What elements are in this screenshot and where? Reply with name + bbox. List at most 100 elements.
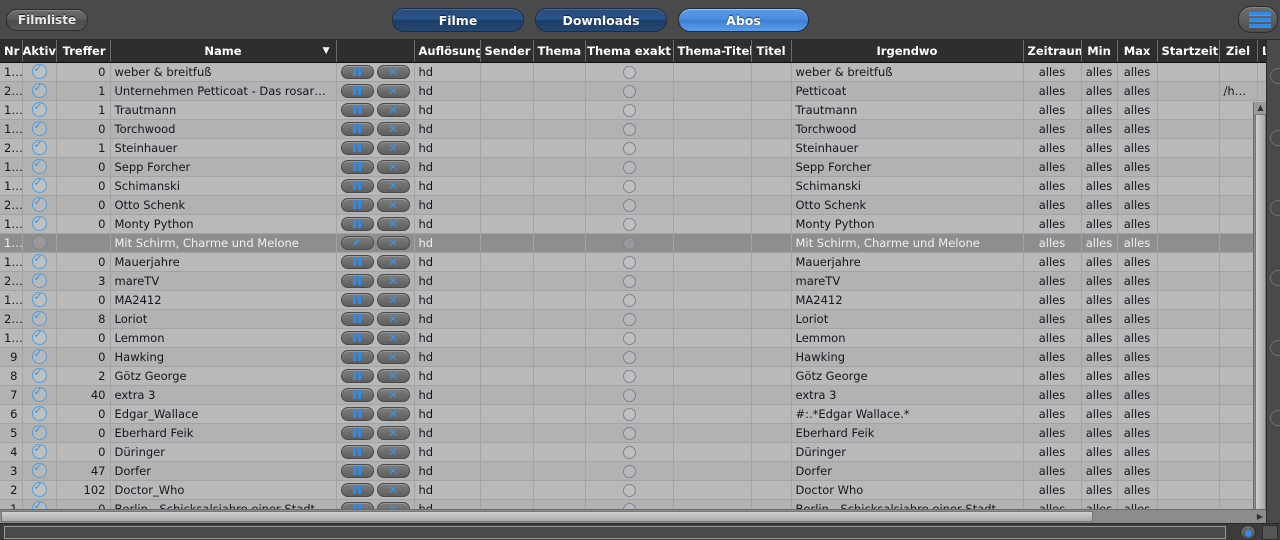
delete-button[interactable]: ✕ — [376, 406, 410, 421]
delete-button[interactable]: ✕ — [376, 178, 410, 193]
cell-aktiv[interactable] — [22, 138, 57, 158]
table-row[interactable]: 233mareTV✕hdmareTVallesallesalles28.11.2… — [0, 271, 1280, 291]
pause-button[interactable] — [340, 349, 374, 364]
checkbox-checked-icon[interactable] — [31, 119, 47, 136]
checkbox-checked-icon[interactable] — [31, 366, 47, 383]
checkbox-unchecked-icon[interactable] — [622, 483, 636, 497]
table-row[interactable]: 26 1Unternehmen Petticoat - Das rosar… ✕ hd… — [0, 81, 1280, 101]
cell-aktiv[interactable] — [22, 423, 57, 443]
cell-aktiv[interactable] — [22, 385, 57, 405]
checkbox-checked-icon[interactable] — [31, 461, 47, 478]
table-row[interactable]: 110MA2412✕hdMA2412allesallesalles — [0, 290, 1280, 310]
checkbox-checked-icon[interactable] — [31, 138, 47, 155]
activate-check-button[interactable]: ✔ — [340, 235, 374, 250]
column-header-thema[interactable]: Thema — [533, 40, 586, 63]
column-header-min[interactable]: Min — [1081, 40, 1118, 63]
vertical-scrollbar-thumb[interactable] — [1255, 114, 1266, 522]
pause-button[interactable] — [340, 197, 374, 212]
pause-button[interactable] — [340, 463, 374, 478]
delete-button[interactable]: ✕ — [376, 64, 410, 79]
checkbox-unchecked-icon[interactable] — [622, 293, 636, 307]
delete-button[interactable]: ✕ — [376, 197, 410, 212]
column-header-sender[interactable]: Sender — [480, 40, 534, 63]
cell-aktiv[interactable] — [22, 81, 57, 101]
pause-button[interactable] — [340, 64, 374, 79]
cell-aktiv[interactable] — [22, 157, 57, 177]
cell-aktiv[interactable] — [22, 461, 57, 481]
delete-button[interactable]: ✕ — [376, 159, 410, 174]
cell-aktiv[interactable] — [22, 328, 57, 348]
pause-button[interactable] — [340, 178, 374, 193]
cell-aktiv[interactable] — [22, 252, 57, 272]
table-row[interactable]: 82Götz George✕hdGötz Georgeallesallesall… — [0, 366, 1280, 386]
checkbox-unchecked-icon[interactable] — [622, 388, 636, 402]
cell-aktiv[interactable] — [22, 176, 57, 196]
delete-button[interactable]: ✕ — [376, 273, 410, 288]
table-row[interactable]: 150Schimanski✕hdSchimanskiallesallesalle… — [0, 176, 1280, 196]
pause-button[interactable] — [340, 121, 374, 136]
cell-aktiv[interactable] — [22, 442, 57, 462]
delete-button[interactable]: ✕ — [376, 311, 410, 326]
delete-button[interactable]: ✕ — [376, 463, 410, 478]
delete-button[interactable]: ✕ — [376, 216, 410, 231]
column-header-startzeit[interactable]: Startzeit — [1157, 40, 1220, 63]
checkbox-checked-icon[interactable] — [31, 81, 47, 98]
checkbox-unchecked-icon[interactable] — [622, 84, 636, 98]
checkbox-unchecked-icon[interactable] — [622, 103, 636, 117]
table-row[interactable]: 170Torchwood✕hdTorchwoodallesallesalles1… — [0, 119, 1280, 139]
table-row[interactable]: 190weber & breitfuß✕hdweber & breitfußal… — [0, 62, 1280, 82]
delete-button[interactable]: ✕ — [376, 121, 410, 136]
pause-button[interactable] — [340, 140, 374, 155]
hamburger-menu-button[interactable] — [1238, 6, 1278, 33]
checkbox-unchecked-icon[interactable] — [622, 274, 636, 288]
filmliste-button[interactable]: Filmliste — [6, 9, 88, 31]
delete-button[interactable]: ✕ — [376, 254, 410, 269]
cell-thema-exakt[interactable] — [585, 81, 674, 101]
table-row[interactable]: 50Eberhard Feik✕hdEberhard Feikallesalle… — [0, 423, 1280, 443]
abos-table-container[interactable]: Nr Aktiv Treffer Name ▼ Auflösung Sender… — [0, 40, 1280, 523]
cell-thema-exakt[interactable] — [585, 328, 674, 348]
checkbox-unchecked-icon[interactable] — [622, 369, 636, 383]
checkbox-unchecked-icon[interactable] — [622, 217, 636, 231]
pause-button[interactable] — [340, 311, 374, 326]
cell-thema-exakt[interactable] — [585, 100, 674, 120]
pause-button[interactable] — [340, 406, 374, 421]
checkbox-checked-icon[interactable] — [31, 100, 47, 117]
cell-thema-exakt[interactable] — [585, 404, 674, 424]
checkbox-unchecked-icon[interactable] — [622, 331, 636, 345]
delete-button[interactable]: ✕ — [376, 368, 410, 383]
checkbox-checked-icon[interactable] — [31, 62, 47, 79]
cell-thema-exakt[interactable] — [585, 62, 674, 82]
cell-thema-exakt[interactable] — [585, 252, 674, 272]
checkbox-unchecked-icon[interactable] — [622, 464, 636, 478]
checkbox-unchecked-icon[interactable] — [622, 426, 636, 440]
column-header-name[interactable]: Name ▼ — [110, 40, 337, 63]
delete-button[interactable]: ✕ — [376, 83, 410, 98]
column-header-thema-titel[interactable]: Thema-Titel — [673, 40, 752, 63]
checkbox-checked-icon[interactable] — [31, 423, 47, 440]
checkbox-unchecked-icon[interactable] — [622, 160, 636, 174]
cell-thema-exakt[interactable] — [585, 347, 674, 367]
checkbox-checked-icon[interactable] — [31, 385, 47, 402]
cell-thema-exakt[interactable] — [585, 442, 674, 462]
tab-downloads[interactable]: Downloads — [535, 8, 667, 32]
checkbox-unchecked-icon[interactable] — [622, 350, 636, 364]
column-header-irgendwo[interactable]: Irgendwo — [791, 40, 1024, 63]
pause-button[interactable] — [340, 330, 374, 345]
table-row[interactable]: 60Edgar_Wallace✕hd#:.*Edgar Wallace.*all… — [0, 404, 1280, 424]
delete-button[interactable]: ✕ — [376, 387, 410, 402]
cell-aktiv[interactable] — [22, 366, 57, 386]
column-header-treffer[interactable]: Treffer — [56, 40, 111, 63]
delete-button[interactable]: ✕ — [376, 482, 410, 497]
tab-filme[interactable]: Filme — [392, 8, 524, 32]
table-row[interactable]: 13 Mit Schirm, Charme und Melone ✔ ✕ hd Mit S… — [0, 233, 1280, 253]
cell-thema-exakt[interactable] — [585, 290, 674, 310]
pause-button[interactable] — [340, 254, 374, 269]
table-row[interactable]: 347Dorfer✕hdDorferallesallesalles26.11.2… — [0, 461, 1280, 481]
checkbox-checked-icon[interactable] — [31, 157, 47, 174]
checkbox-checked-icon[interactable] — [31, 214, 47, 231]
pause-button[interactable] — [340, 444, 374, 459]
table-row[interactable]: 251Steinhauer✕hdSteinhauerallesallesalle… — [0, 138, 1280, 158]
checkbox-unchecked-icon[interactable] — [622, 445, 636, 459]
horizontal-scrollbar-thumb[interactable] — [1, 511, 1093, 522]
